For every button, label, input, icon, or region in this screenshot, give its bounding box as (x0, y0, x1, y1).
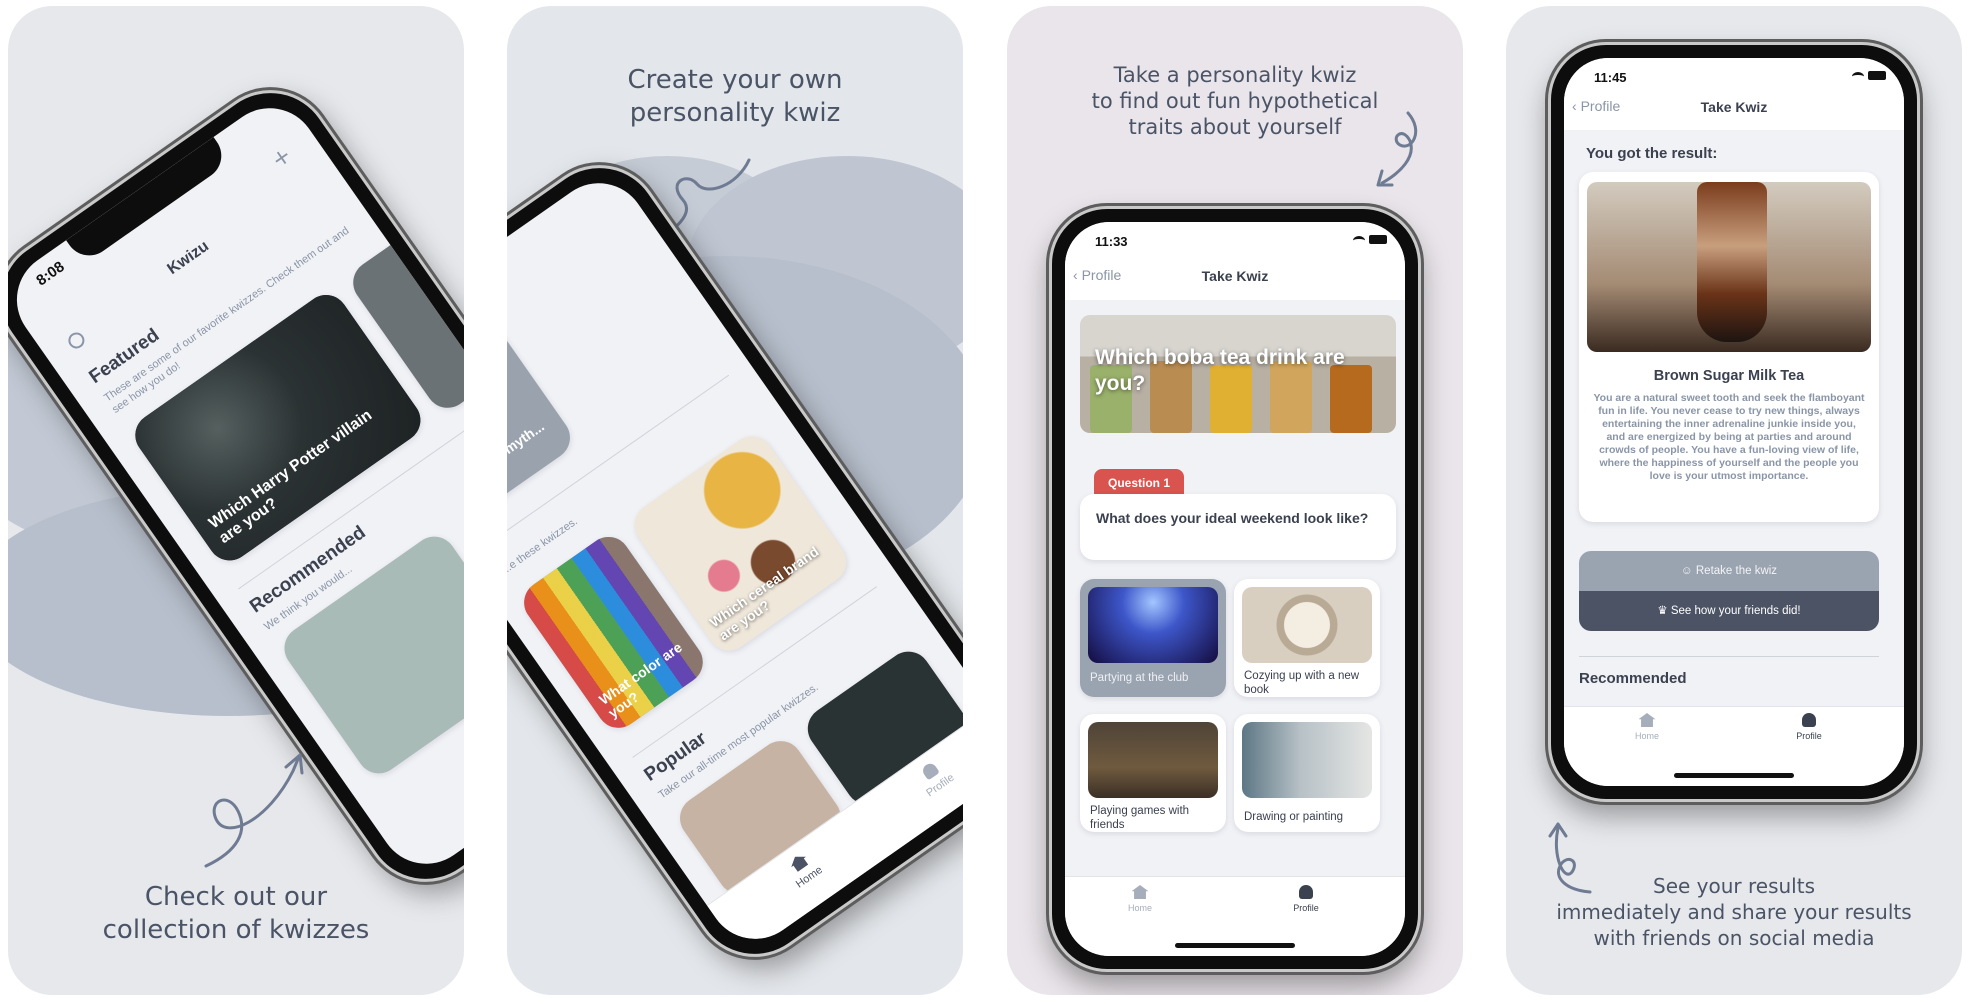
promo-panel-browse: 8:08 + Kwizu Featured These are some of … (8, 6, 464, 995)
result-photo (1587, 182, 1871, 352)
result-description: You are a natural sweet tooth and seek t… (1593, 392, 1865, 482)
caption-line: Check out our (144, 882, 328, 912)
smile-icon: ☺ (1680, 565, 1693, 577)
status-bar: 11:33 ‹ Profile Take Kwiz (1065, 222, 1405, 300)
tab-bar: Home Profile (1564, 706, 1904, 786)
option-label: Drawing or painting (1244, 811, 1344, 823)
caption-line: immediately and share your results (1556, 900, 1912, 924)
option-label: Partying at the club (1090, 672, 1189, 684)
promo-panel-create: Create your own personality kwiz Which m… (507, 6, 963, 995)
status-time: 8:08 (33, 258, 68, 290)
tab-label: Home (793, 863, 825, 891)
option-games[interactable]: Playing games with friends (1080, 714, 1226, 832)
caption-line: Create your own (627, 65, 843, 95)
question-card: What does your ideal weekend look like? (1080, 494, 1396, 560)
caption-line: Take a personality kwiz (1113, 63, 1357, 87)
decorative-arrow (1376, 111, 1418, 187)
home-icon (1131, 885, 1149, 899)
option-drawing[interactable]: Drawing or painting (1234, 714, 1380, 832)
caption-line: collection of kwizzes (102, 915, 370, 946)
result-heading: You got the result: (1586, 145, 1718, 162)
nav-title: Take Kwiz (1700, 99, 1768, 115)
kwiz-card-myth[interactable]: Which myth... you? (507, 320, 579, 512)
battery-icon (1868, 71, 1886, 80)
profile-icon (1299, 885, 1313, 899)
phone-screen: 11:33 ‹ Profile Take Kwiz Which boba tea… (1065, 222, 1405, 956)
nav-title: Take Kwiz (1201, 268, 1269, 284)
decorative-arrow (204, 753, 304, 868)
kwiz-hero-image: Which boba tea drink are you? (1080, 315, 1396, 433)
profile-icon (1802, 713, 1816, 727)
friends-results-button[interactable]: ♛ See how your friends did! (1579, 591, 1879, 631)
kwiz-title: Which boba tea drink are you? (1095, 346, 1345, 395)
phone-mockup: 11:45 ‹ Profile Take Kwiz You got the re… (1548, 42, 1920, 802)
friends-label: See how your friends did! (1670, 605, 1801, 617)
result-name: Brown Sugar Milk Tea (1653, 368, 1805, 384)
trophy-icon: ♛ (1657, 605, 1668, 617)
retake-label: Retake the kwiz (1695, 565, 1778, 577)
promo-panel-take: Take a personality kwiz to find out fun … (1007, 6, 1463, 995)
question-badge: Question 1 (1094, 469, 1185, 497)
battery-icon (1369, 235, 1387, 244)
wifi-icon (1852, 72, 1864, 81)
option-photo (1242, 722, 1372, 798)
caption-line: with friends on social media (1593, 926, 1875, 950)
add-kwiz-button[interactable]: + (267, 143, 296, 174)
wifi-icon (1353, 236, 1365, 245)
home-icon (1638, 713, 1656, 727)
tab-home[interactable]: Home (1105, 885, 1175, 913)
result-card: Brown Sugar Milk Tea You are a natural s… (1579, 172, 1879, 522)
tab-label: Profile (1796, 731, 1822, 741)
option-photo (1242, 587, 1372, 663)
panel-caption: See your results immediately and share y… (1506, 873, 1962, 951)
tab-label: Home (1634, 731, 1659, 741)
home-indicator (1674, 773, 1794, 778)
kwiz-card-title: Which myth... you? (507, 417, 547, 497)
question-text: What does your ideal weekend look like? (1096, 510, 1369, 526)
retake-button[interactable]: ☺ Retake the kwiz (1579, 551, 1879, 591)
tab-profile[interactable]: Profile (1271, 885, 1341, 913)
option-photo (1088, 722, 1218, 798)
home-indicator (1175, 943, 1295, 948)
cup-shape (1697, 182, 1767, 342)
option-photo (1088, 587, 1218, 663)
option-book[interactable]: Cozying up with a new book (1234, 579, 1380, 697)
status-time: 11:33 (1095, 234, 1128, 249)
caption-line: personality kwiz (629, 98, 841, 129)
profile-icon (920, 761, 940, 781)
option-partying[interactable]: Partying at the club (1080, 579, 1226, 697)
caption-line: See your results (1653, 874, 1815, 898)
option-label: Cozying up with a new book (1244, 670, 1360, 696)
option-label: Playing games with friends (1090, 805, 1190, 831)
tab-label: Profile (1293, 903, 1319, 913)
panel-caption: Create your own personality kwiz (507, 64, 963, 130)
phone-mockup: 11:33 ‹ Profile Take Kwiz Which boba tea… (1049, 206, 1421, 972)
phone-screen: 11:45 ‹ Profile Take Kwiz You got the re… (1564, 58, 1904, 786)
tab-label: Home (1127, 903, 1152, 913)
panel-caption: Check out our collection of kwizzes (8, 881, 464, 947)
recommended-heading: Recommended (1579, 670, 1687, 687)
tab-bar: Home Profile (1065, 876, 1405, 956)
status-bar: 11:45 ‹ Profile Take Kwiz (1564, 58, 1904, 130)
status-time: 11:45 (1594, 70, 1627, 85)
tab-home[interactable]: Home (1612, 713, 1682, 741)
tab-profile[interactable]: Profile (1774, 713, 1844, 741)
promo-panel-results: 11:45 ‹ Profile Take Kwiz You got the re… (1506, 6, 1962, 995)
divider (1579, 656, 1879, 657)
